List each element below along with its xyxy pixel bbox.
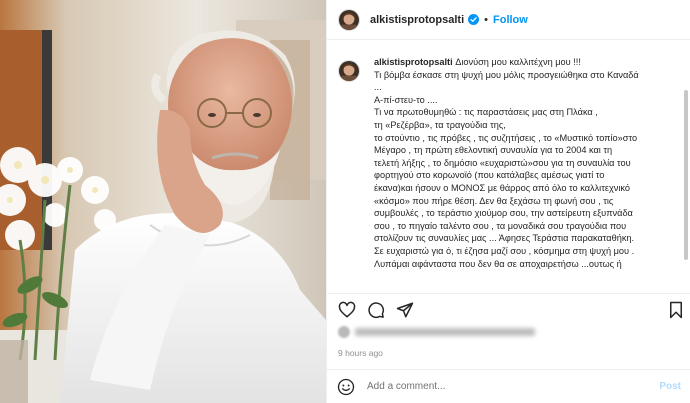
author-avatar[interactable] (338, 8, 360, 31)
likes-summary-blurred[interactable] (338, 326, 535, 338)
verified-badge-icon (468, 14, 480, 25)
caption-line: φορτηγού στο κορωνοϊό (που κατάλαβες αμέ… (374, 170, 605, 181)
author-username[interactable]: alkistisprotopsalti (370, 14, 464, 26)
caption-line: έκανα)και ήσουν ο ΜΟΝΟΣ με θάρρος από όλ… (374, 182, 631, 193)
header-separator: • (484, 13, 488, 26)
caption-line: Σε ευχαριστώ για ό, τι έζησα μαζί σου , … (374, 245, 635, 256)
caption-line: Μέγαρο , τη πρώτη εθελοντική συναυλία γι… (374, 145, 613, 156)
bookmark-icon[interactable] (667, 301, 685, 319)
caption-line: σου , το πηγαίο ταλέντο σου , τα μοναδικ… (374, 220, 627, 231)
likes-text-blurred (355, 328, 535, 336)
caption-line: Τι να πρωτοθυμηθώ : τις παραστάσεις μας … (374, 107, 598, 118)
post-timestamp[interactable]: 9 hours ago (338, 348, 383, 358)
caption-line: «κόσμο» που πήρε θέση. Δεν θα ξεχάσω τη … (374, 195, 614, 206)
caption-line: τη «Ρεζέρβα», τα τραγούδια της, (374, 119, 506, 130)
caption-line: το στούντιο , τις πρόβες , τις συζητήσει… (374, 132, 638, 143)
post-sidebar: alkistisprotopsalti • Follow alkistispro… (326, 0, 690, 403)
caption-text: alkistisprotopsalti Διονύση μου καλλιτέχ… (374, 56, 684, 270)
comment-bubble-icon[interactable] (367, 301, 385, 319)
caption-line: συμβουλές , το τεράστιο χιούμορ σου, την… (374, 208, 633, 219)
post-photo[interactable] (0, 0, 326, 403)
heart-icon[interactable] (338, 301, 356, 319)
send-paper-plane-icon[interactable] (396, 301, 414, 319)
caption-line: τελετή λήξης , το δημόσιο «ευχαριστώ»σου… (374, 157, 631, 168)
caption-line: ... (374, 82, 382, 93)
comment-bar: Post (327, 369, 690, 403)
caption-line: Λυπάμαι αφάνταστα που δεν θα σε αποχαιρε… (374, 258, 622, 269)
post-actions: 9 hours ago (327, 293, 690, 365)
comment-input[interactable] (367, 381, 660, 392)
follow-button[interactable]: Follow (493, 14, 528, 26)
post-comment-button[interactable]: Post (659, 381, 681, 392)
caption-line: Τι βόμβα έσκασε στη ψυχή μου μόλις προσγ… (374, 69, 639, 80)
portrait-photo (0, 0, 326, 403)
caption-section: alkistisprotopsalti Διονύση μου καλλιτέχ… (327, 40, 690, 293)
caption-line: Α-πί-στευ-το .... (374, 94, 438, 105)
instagram-post-modal: alkistisprotopsalti • Follow alkistispro… (0, 0, 690, 403)
caption-line: στολίζουν τις συναυλίες μας ... Άφησες Τ… (374, 233, 635, 244)
caption-author-avatar[interactable] (338, 60, 360, 82)
caption-scrollbar[interactable] (684, 90, 688, 260)
smiley-emoji-icon[interactable] (337, 378, 355, 396)
liker-avatar-blurred (338, 326, 350, 338)
caption-first-line: alkistisprotopsalti Διονύση μου καλλιτέχ… (374, 56, 684, 69)
caption-username[interactable]: alkistisprotopsalti (374, 57, 453, 67)
post-header: alkistisprotopsalti • Follow (327, 0, 690, 40)
caption-line-0: Διονύση μου καλλιτέχνη μου !!! (455, 57, 581, 67)
